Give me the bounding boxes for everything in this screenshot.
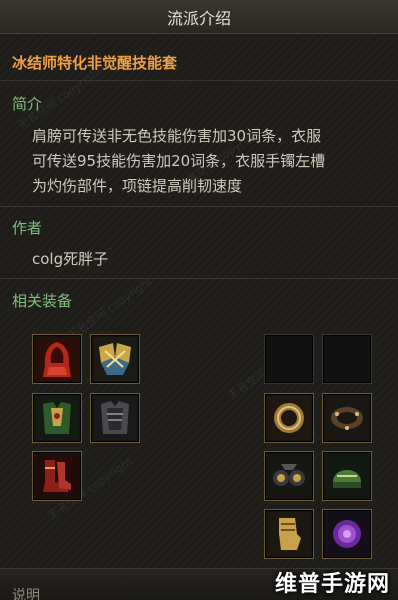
author-name: colg死胖子	[32, 250, 109, 268]
studded-ring-icon	[325, 396, 369, 440]
equipment-slot-empty[interactable]	[264, 334, 314, 384]
red-hood-armor-icon	[35, 337, 79, 381]
purple-rose-gem-icon	[325, 512, 369, 556]
divider	[0, 206, 398, 207]
equipment-slot[interactable]	[322, 509, 372, 559]
author-heading: 作者	[12, 219, 43, 237]
equipment-slot-empty[interactable]	[322, 334, 372, 384]
equipment-heading: 相关装备	[12, 292, 73, 310]
red-boots-icon	[35, 454, 79, 498]
site-watermark: 维普手游网	[274, 572, 390, 597]
window-title-bar: 流派介绍	[0, 0, 398, 34]
dark-plate-armor-icon	[93, 396, 137, 440]
equipment-slot[interactable]	[32, 334, 82, 384]
divider	[0, 80, 398, 81]
equipment-slot[interactable]	[322, 451, 372, 501]
intro-line: 为灼伤部件，项链提高削韧速度	[32, 177, 243, 195]
dark-goggles-icon	[267, 454, 311, 498]
intro-heading: 简介	[12, 95, 43, 113]
equipment-slot[interactable]	[264, 509, 314, 559]
equipment-slot[interactable]	[264, 393, 314, 443]
equipment-slot[interactable]	[90, 334, 140, 384]
equipment-slot[interactable]	[264, 451, 314, 501]
equipment-slot[interactable]	[32, 451, 82, 501]
footer-label: 说明	[12, 588, 40, 600]
equipment-slot[interactable]	[322, 393, 372, 443]
divider	[0, 278, 398, 279]
intro-line: 肩膀可传送非无色技能伤害加30词条，衣服	[32, 127, 322, 145]
intro-line: 可传送95技能伤害加20词条，衣服手镯左槽	[32, 152, 326, 170]
window-title: 流派介绍	[166, 8, 231, 28]
build-name: 冰结师特化非觉醒技能套	[12, 54, 178, 72]
green-gold-chest-armor-icon	[35, 396, 79, 440]
equipment-slot[interactable]	[32, 393, 82, 443]
golden-shoulder-armor-icon	[93, 337, 137, 381]
intro-text: 肩膀可传送非无色技能伤害加30词条，衣服 可传送95技能伤害加20词条，衣服手镯…	[32, 124, 388, 199]
green-helmet-icon	[325, 454, 369, 498]
golden-gauntlet-icon	[267, 512, 311, 556]
equipment-slot[interactable]	[90, 393, 140, 443]
bronze-bracelet-icon	[267, 396, 311, 440]
